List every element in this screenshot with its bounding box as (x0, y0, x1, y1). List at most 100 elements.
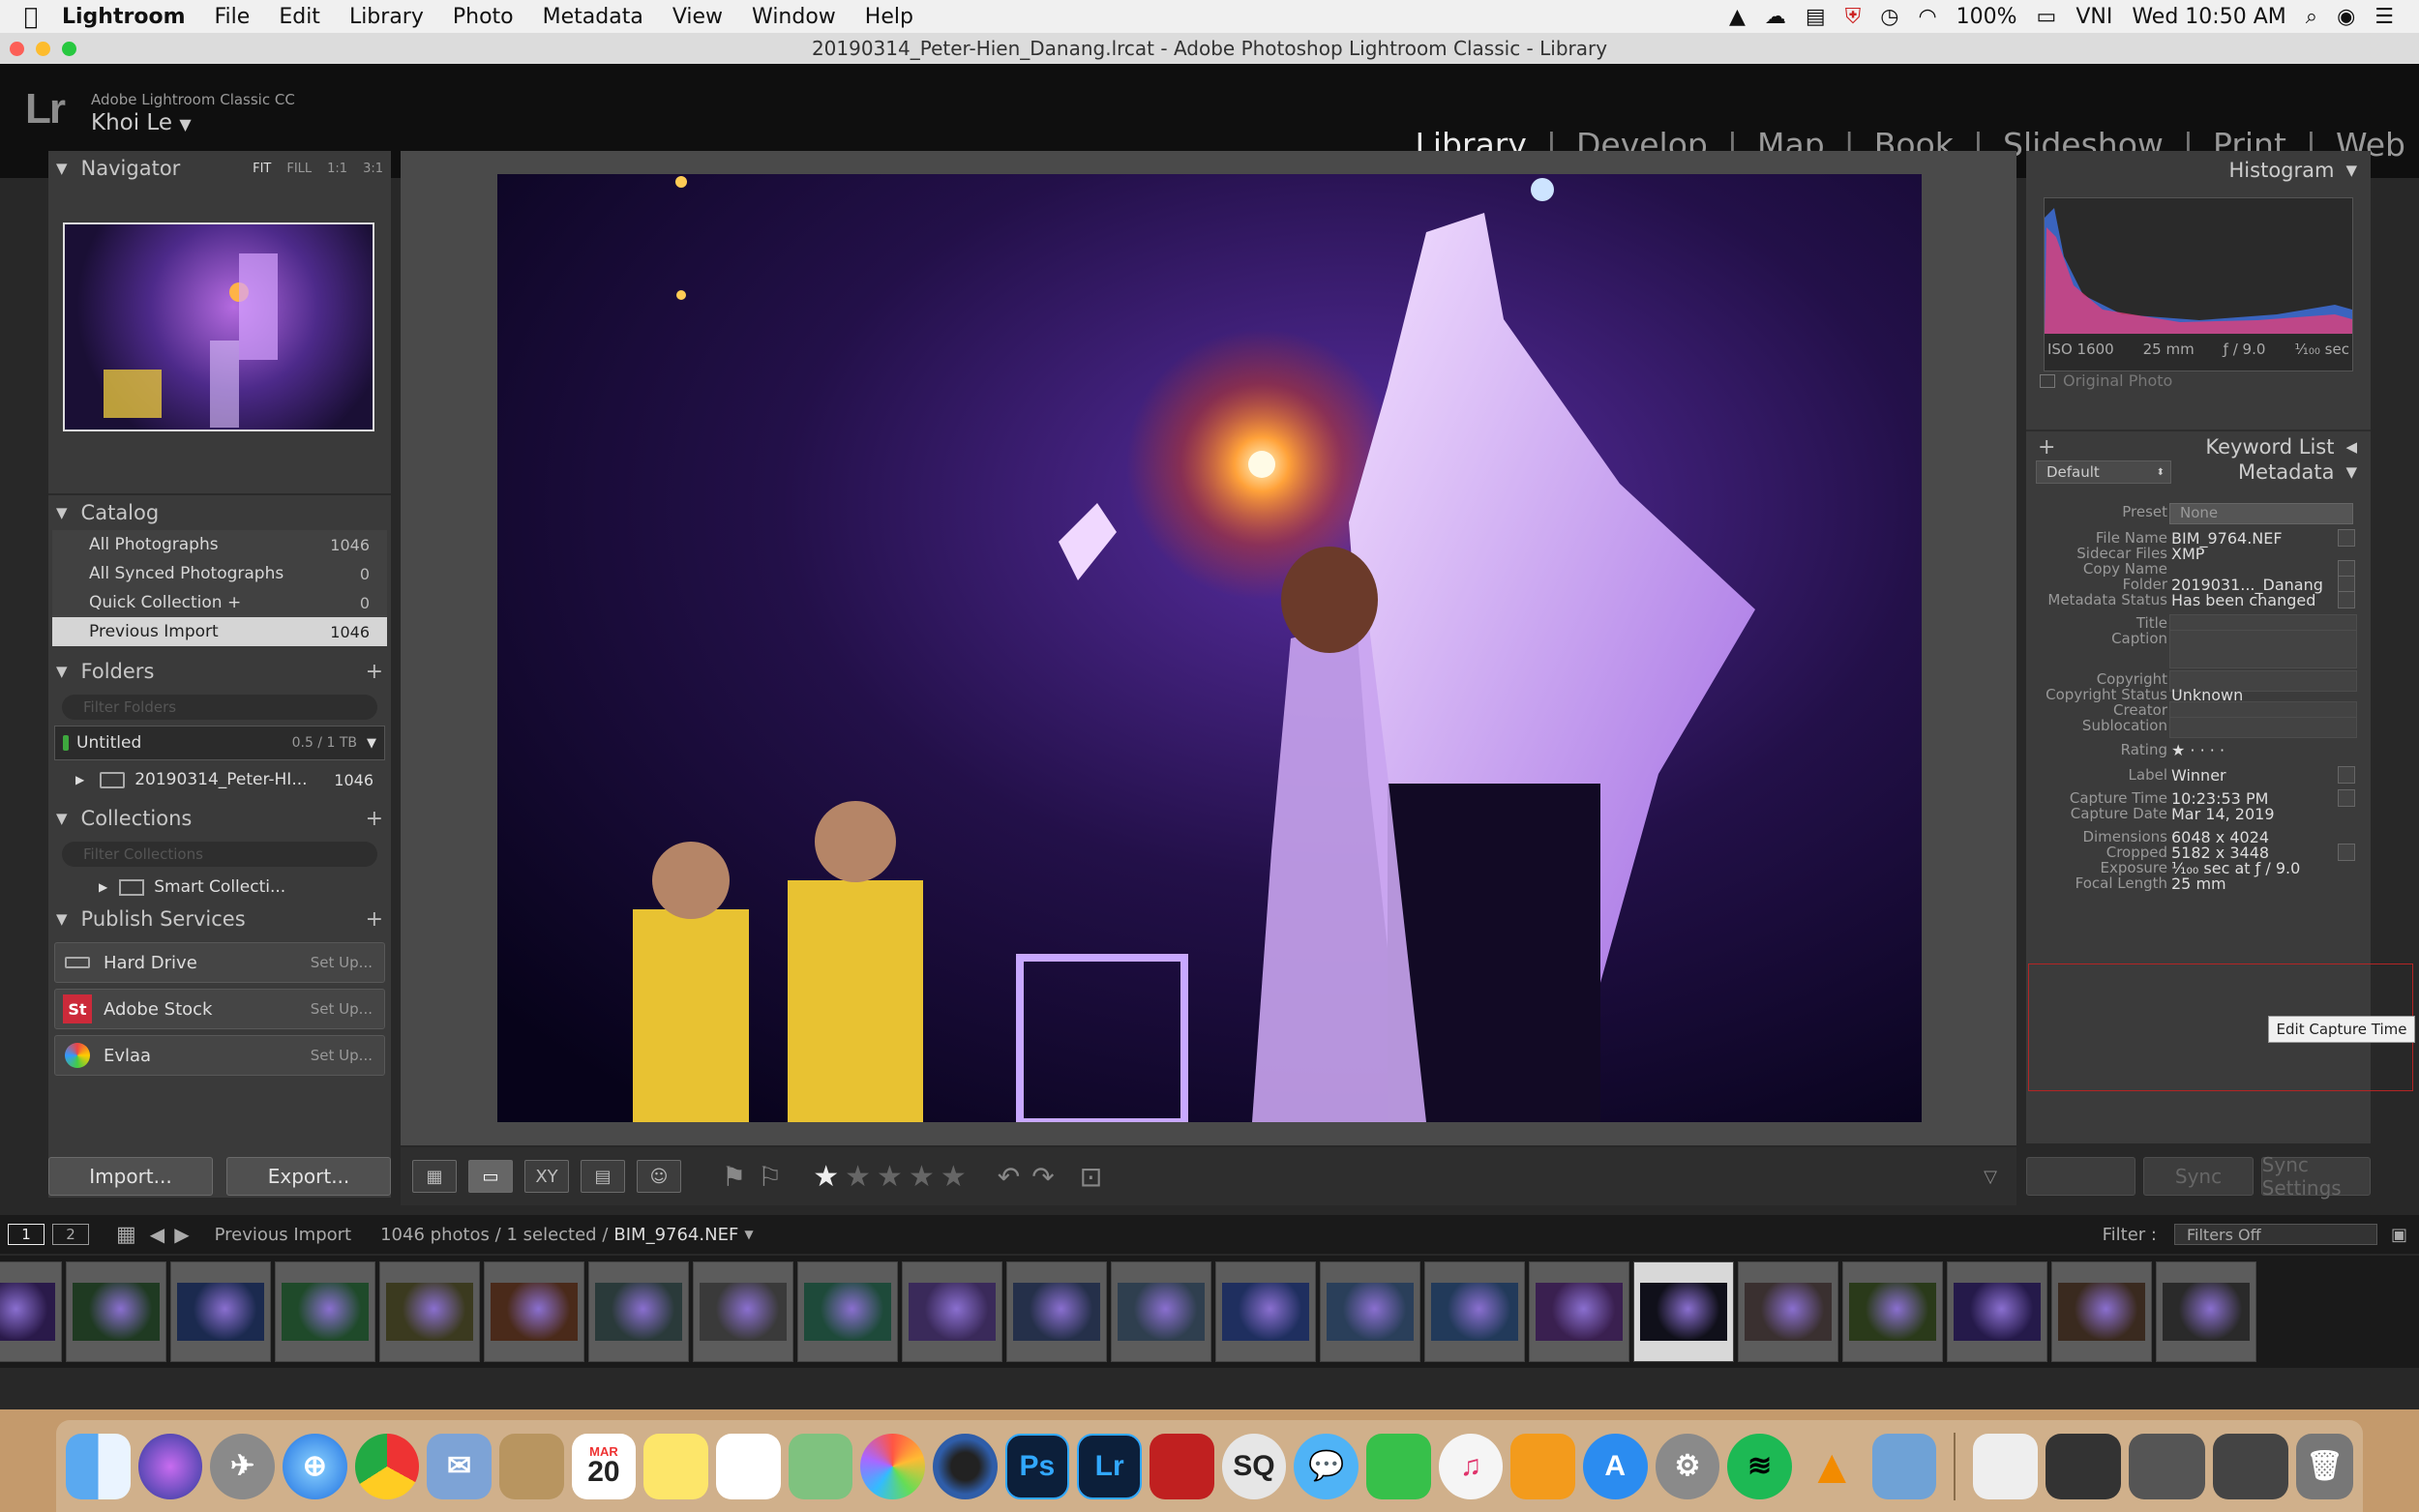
menu-view[interactable]: View (658, 5, 737, 29)
filter-folders-input[interactable]: Filter Folders (62, 695, 377, 720)
caption-field[interactable] (2169, 630, 2357, 668)
minimized-window-icon[interactable] (2045, 1433, 2122, 1499)
crop-overlay-icon[interactable]: ⊡ (1080, 1161, 1102, 1193)
star-5-icon[interactable]: ★ (941, 1160, 967, 1194)
zoom-1-1[interactable]: 1:1 (327, 162, 347, 176)
filmstrip-thumbnail[interactable] (1529, 1261, 1629, 1362)
metadata-action-icon[interactable] (2338, 766, 2355, 784)
reminders-icon[interactable] (715, 1433, 781, 1499)
publish-setup-link[interactable]: Set Up... (311, 1047, 373, 1064)
add-collection-plus-icon[interactable]: + (366, 807, 383, 831)
mail-icon[interactable]: ✉ (427, 1433, 492, 1499)
wifi-icon[interactable]: ◠ (1918, 5, 1936, 29)
filmstrip-source[interactable]: Previous Import (215, 1225, 352, 1245)
spotify-icon[interactable]: ≋ (1727, 1433, 1792, 1499)
publish-services-header[interactable]: ▼ Publish Services + (48, 902, 391, 936)
filmstrip-thumbnail[interactable] (379, 1261, 480, 1362)
filmstrip-thumbnail[interactable] (1320, 1261, 1420, 1362)
disclosure-triangle-icon[interactable]: ▶ (75, 773, 84, 786)
filmstrip-thumbnail[interactable] (484, 1261, 584, 1362)
menu-help[interactable]: Help (851, 5, 928, 29)
catalog-all-photographs[interactable]: All Photographs 1046 (52, 530, 387, 559)
metadata-value[interactable]: Winner (2171, 766, 2226, 785)
menu-library[interactable]: Library (335, 5, 438, 29)
volume-untitled[interactable]: Untitled 0.5 / 1 TB ▼ (54, 726, 385, 760)
time-machine-icon[interactable]: ◷ (1880, 5, 1898, 29)
primary-window-button[interactable]: 1 (8, 1224, 45, 1245)
publish-setup-link[interactable]: Set Up... (311, 954, 373, 971)
apple-icon[interactable]:  (0, 3, 62, 30)
photos-icon[interactable] (860, 1433, 925, 1499)
publish-hard-drive[interactable]: Hard Drive Set Up... (54, 942, 385, 983)
close-window-button[interactable] (10, 42, 24, 56)
vlc-icon[interactable]: ▲ (1800, 1434, 1865, 1499)
filmstrip-thumbnail[interactable] (2051, 1261, 2152, 1362)
messages-icon[interactable]: 💬 (1294, 1433, 1359, 1499)
filmstrip-thumbnail[interactable] (1738, 1261, 1838, 1362)
survey-view-button[interactable]: ▤ (581, 1160, 625, 1193)
zoom-fit[interactable]: FIT (253, 162, 271, 176)
filmstrip-thumbnail[interactable] (1424, 1261, 1525, 1362)
metadata-action-icon[interactable] (2338, 591, 2355, 608)
aperture-icon[interactable] (932, 1433, 998, 1499)
export-button[interactable]: Export... (226, 1157, 391, 1196)
sq-icon[interactable]: SQ (1221, 1433, 1287, 1499)
lightroom-icon[interactable]: Lr (1077, 1433, 1142, 1499)
user-name[interactable]: Khoi Le ▼ (91, 110, 192, 135)
stickies-icon[interactable] (643, 1433, 708, 1499)
filmstrip-thumbnail[interactable] (275, 1261, 375, 1362)
filmstrip-thumbnail[interactable] (1842, 1261, 1943, 1362)
trash-icon[interactable]: 🗑 (2296, 1433, 2353, 1499)
finder-icon[interactable] (66, 1433, 131, 1499)
filmstrip-thumbnail[interactable] (693, 1261, 793, 1362)
volume-expand-icon[interactable]: ▼ (367, 736, 376, 751)
filmstrip-thumbnail[interactable] (1947, 1261, 2047, 1362)
rotate-left-icon[interactable]: ↶ (998, 1161, 1020, 1193)
filmstrip-thumbnail[interactable] (1215, 1261, 1316, 1362)
sync-toggle-switch[interactable] (2026, 1157, 2136, 1196)
sync-settings-button[interactable]: Sync Settings (2260, 1153, 2371, 1200)
toolbar-menu-chevron-icon[interactable]: ▽ (1984, 1167, 1997, 1187)
drive-icon[interactable]: ▤ (1806, 5, 1826, 29)
menu-app[interactable]: Lightroom (62, 5, 200, 29)
star-3-icon[interactable]: ★ (877, 1160, 903, 1194)
filmstrip-thumbnail[interactable] (1111, 1261, 1211, 1362)
loupe-view-button[interactable]: ▭ (468, 1160, 513, 1193)
metadata-header[interactable]: Default ⬍ Metadata ▼ (2026, 460, 2371, 493)
catalog-all-synced[interactable]: All Synced Photographs 0 (52, 559, 387, 588)
star-1-icon[interactable]: ★ (813, 1160, 839, 1194)
launchpad-icon[interactable]: ✈ (210, 1433, 275, 1499)
sublocation-field[interactable] (2169, 717, 2357, 738)
filmstrip-thumbnail[interactable] (902, 1261, 1002, 1362)
books-icon[interactable] (1510, 1433, 1575, 1499)
sync-button[interactable]: Sync (2143, 1157, 2254, 1196)
selected-filename[interactable]: BIM_9764.NEF (613, 1225, 738, 1245)
filmstrip-thumbnail[interactable] (588, 1261, 689, 1362)
folder-item[interactable]: ▶ 20190314_Peter-HI... 1046 (48, 764, 391, 795)
siri-icon[interactable]: ◉ (2337, 5, 2355, 29)
reject-flag-icon[interactable]: ⚐ (758, 1161, 782, 1193)
menu-edit[interactable]: Edit (264, 5, 335, 29)
people-view-button[interactable]: ☺ (637, 1160, 681, 1193)
publish-setup-link[interactable]: Set Up... (311, 1000, 373, 1018)
add-publish-plus-icon[interactable]: + (366, 907, 383, 932)
filter-collections-input[interactable]: Filter Collections (62, 842, 377, 867)
forward-arrow-icon[interactable]: ▶ (174, 1223, 189, 1246)
maps-icon[interactable] (788, 1433, 853, 1499)
catalog-previous-import[interactable]: Previous Import 1046 (52, 617, 387, 646)
metadata-view-select[interactable]: Default ⬍ (2036, 460, 2171, 484)
rotate-right-icon[interactable]: ↷ (1031, 1161, 1054, 1193)
safari-icon[interactable]: ⊕ (282, 1433, 347, 1499)
photoshop-icon[interactable]: Ps (1004, 1433, 1070, 1499)
filename-dropdown-icon[interactable]: ▼ (744, 1228, 753, 1241)
folders-header[interactable]: ▼ Folders + (48, 654, 391, 689)
filter-lock-icon[interactable]: ▣ (2391, 1225, 2407, 1245)
original-photo-toggle[interactable]: Original Photo (2040, 371, 2172, 390)
add-keyword-plus-icon[interactable]: + (2038, 435, 2055, 460)
zoom-fill[interactable]: FILL (286, 162, 312, 176)
vlc-menubar-icon[interactable]: ▲ (1729, 5, 1746, 29)
menu-file[interactable]: File (200, 5, 265, 29)
minimized-window-icon[interactable] (2129, 1433, 2205, 1499)
filmstrip-thumbnail[interactable] (0, 1261, 62, 1362)
pdf-icon[interactable] (1150, 1433, 1214, 1499)
